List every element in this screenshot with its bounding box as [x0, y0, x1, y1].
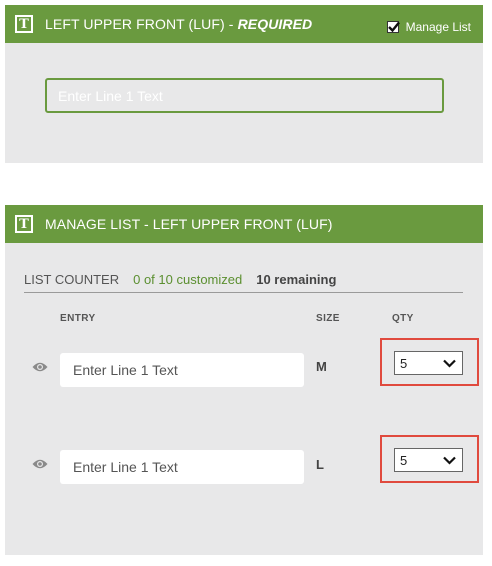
luf-header: T LEFT UPPER FRONT (LUF) - REQUIRED Mana…	[5, 5, 483, 43]
line1-text-input[interactable]: Enter Line 1 Text	[45, 78, 444, 113]
column-header-size: SIZE	[316, 313, 340, 324]
size-value: L	[316, 457, 324, 472]
qty-highlight: 5	[380, 435, 479, 483]
manage-list-header: T MANAGE LIST - LEFT UPPER FRONT (LUF)	[5, 205, 483, 243]
qty-value: 5	[400, 355, 408, 371]
entry-placeholder: Enter Line 1 Text	[73, 459, 178, 475]
eye-icon[interactable]	[32, 458, 48, 470]
manage-list-checkbox[interactable]	[386, 21, 400, 33]
entry-placeholder: Enter Line 1 Text	[73, 362, 178, 378]
qty-select[interactable]: 5	[394, 448, 463, 472]
required-label: REQUIRED	[237, 16, 313, 32]
remaining-count: 10 remaining	[256, 272, 337, 287]
manage-list-panel: T MANAGE LIST - LEFT UPPER FRONT (LUF) L…	[5, 205, 483, 555]
entry-input[interactable]: Enter Line 1 Text	[60, 450, 304, 484]
qty-value: 5	[400, 452, 408, 468]
text-t-icon: T	[15, 15, 33, 33]
list-counter: LIST COUNTER 0 of 10 customized 10 remai…	[24, 272, 336, 287]
manage-list-label: Manage List	[405, 20, 471, 34]
chevron-down-icon	[443, 456, 456, 465]
luf-title-text: LEFT UPPER FRONT (LUF) -	[45, 16, 238, 32]
column-header-entry: ENTRY	[60, 313, 96, 324]
eye-icon[interactable]	[32, 361, 48, 373]
line1-placeholder: Enter Line 1 Text	[58, 87, 163, 104]
list-counter-label: LIST COUNTER	[24, 272, 120, 287]
entry-input[interactable]: Enter Line 1 Text	[60, 353, 304, 387]
qty-highlight: 5	[380, 338, 479, 386]
size-value: M	[316, 359, 327, 374]
chevron-down-icon	[443, 359, 456, 368]
manage-list-title: MANAGE LIST - LEFT UPPER FRONT (LUF)	[45, 216, 333, 232]
checkmark-icon	[387, 21, 400, 33]
column-header-qty: QTY	[392, 313, 414, 324]
divider	[24, 292, 463, 293]
text-t-icon: T	[15, 215, 33, 233]
manage-list-toggle[interactable]: Manage List	[386, 20, 471, 34]
qty-select[interactable]: 5	[394, 351, 463, 375]
luf-title: LEFT UPPER FRONT (LUF) - REQUIRED	[45, 16, 312, 32]
customized-count: 0 of 10 customized	[133, 272, 243, 287]
luf-panel: T LEFT UPPER FRONT (LUF) - REQUIRED Mana…	[5, 5, 483, 163]
